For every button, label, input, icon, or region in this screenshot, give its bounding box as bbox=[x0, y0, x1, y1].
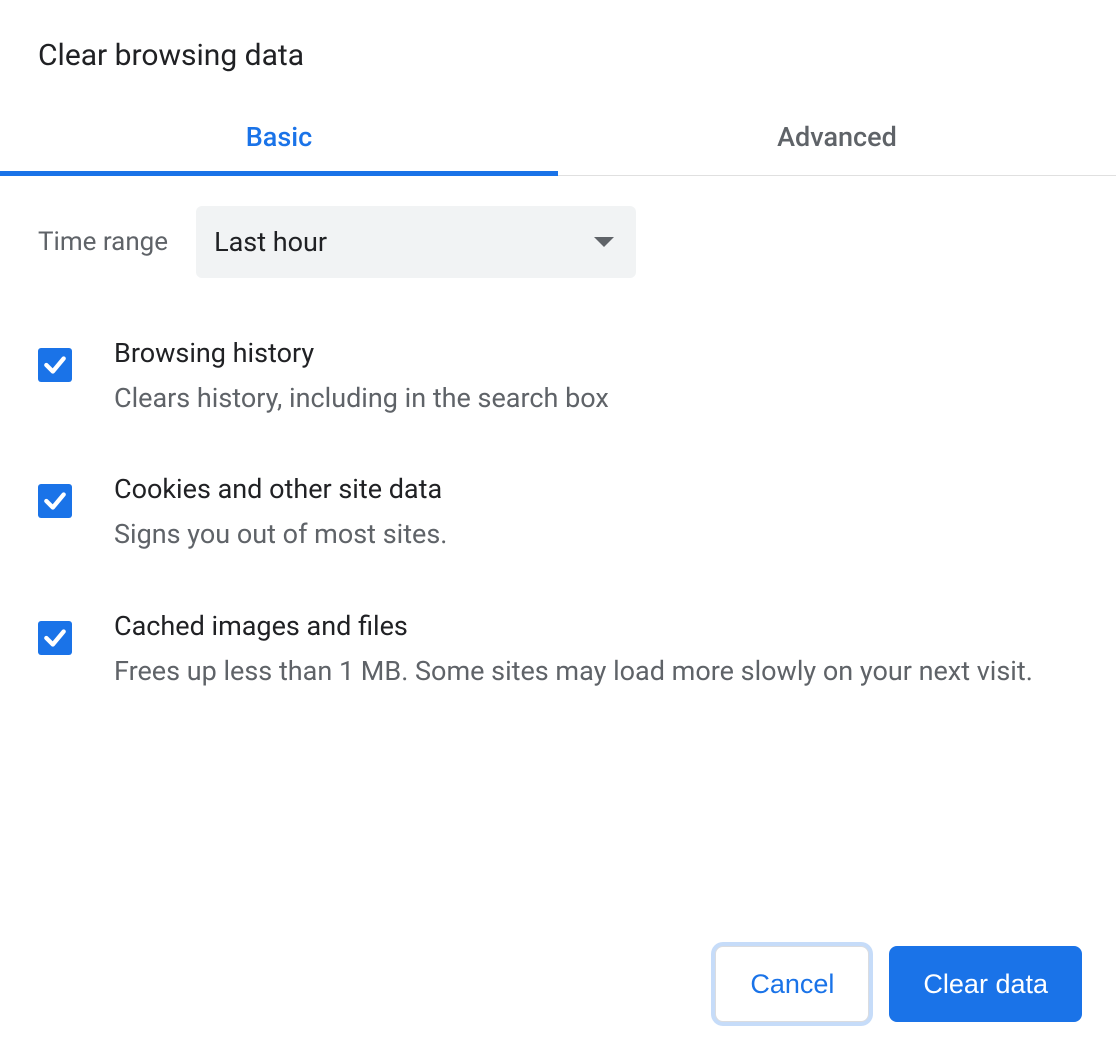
tabs: Basic Advanced bbox=[0, 101, 1116, 176]
tab-basic[interactable]: Basic bbox=[0, 101, 558, 175]
cancel-button[interactable]: Cancel bbox=[715, 946, 869, 1022]
option-desc: Frees up less than 1 MB. Some sites may … bbox=[114, 650, 1078, 693]
check-icon bbox=[42, 352, 68, 378]
option-title: Browsing history bbox=[114, 334, 1078, 373]
option-cached: Cached images and files Frees up less th… bbox=[38, 607, 1078, 693]
dialog-title: Clear browsing data bbox=[0, 0, 1116, 101]
dialog-body: Time range Last hour Browsing history Cl… bbox=[0, 176, 1116, 946]
option-title: Cookies and other site data bbox=[114, 470, 1078, 509]
option-browsing-history: Browsing history Clears history, includi… bbox=[38, 334, 1078, 420]
option-text: Browsing history Clears history, includi… bbox=[114, 334, 1078, 420]
clear-data-button[interactable]: Clear data bbox=[889, 946, 1082, 1022]
option-text: Cookies and other site data Signs you ou… bbox=[114, 470, 1078, 556]
time-range-label: Time range bbox=[38, 227, 168, 257]
clear-browsing-data-dialog: Clear browsing data Basic Advanced Time … bbox=[0, 0, 1116, 1044]
option-title: Cached images and files bbox=[114, 607, 1078, 646]
option-desc: Clears history, including in the search … bbox=[114, 377, 1078, 420]
dialog-footer: Cancel Clear data bbox=[0, 946, 1116, 1044]
caret-down-icon bbox=[594, 237, 614, 247]
checkbox-cached[interactable] bbox=[38, 621, 72, 655]
checkbox-cookies[interactable] bbox=[38, 484, 72, 518]
checkbox-browsing-history[interactable] bbox=[38, 348, 72, 382]
time-range-select[interactable]: Last hour bbox=[196, 206, 636, 278]
time-range-value: Last hour bbox=[214, 226, 327, 258]
option-desc: Signs you out of most sites. bbox=[114, 513, 1078, 556]
tab-advanced[interactable]: Advanced bbox=[558, 101, 1116, 175]
option-text: Cached images and files Frees up less th… bbox=[114, 607, 1078, 693]
check-icon bbox=[42, 488, 68, 514]
check-icon bbox=[42, 625, 68, 651]
time-range-row: Time range Last hour bbox=[38, 206, 1078, 278]
option-cookies: Cookies and other site data Signs you ou… bbox=[38, 470, 1078, 556]
